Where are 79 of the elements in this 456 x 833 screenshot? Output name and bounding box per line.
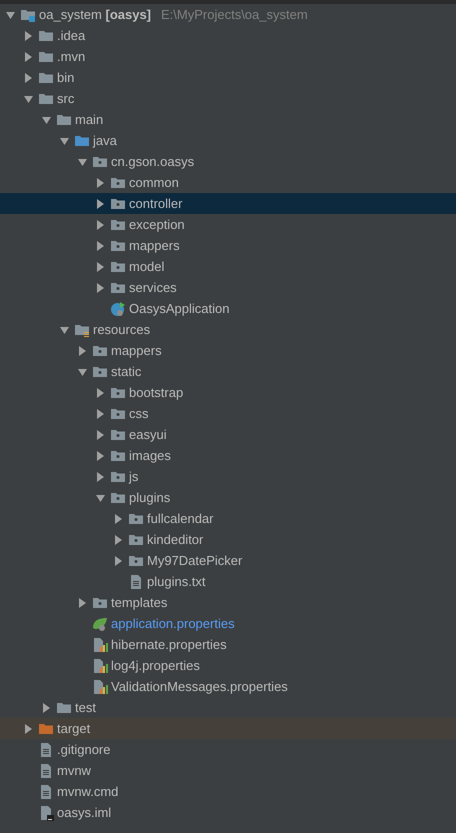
expand-arrow-icon[interactable] <box>96 472 105 482</box>
tree-item[interactable]: mappers <box>0 340 456 361</box>
tree-item[interactable]: mvnw.cmd <box>0 781 456 802</box>
expand-arrow-icon[interactable] <box>114 534 123 544</box>
tree-item[interactable]: common <box>0 172 456 193</box>
expand-arrow-icon[interactable] <box>24 724 33 734</box>
text-file-icon <box>38 742 54 758</box>
tree-item[interactable]: images <box>0 445 456 466</box>
collapse-arrow-icon[interactable] <box>78 366 87 376</box>
class-icon <box>110 300 126 316</box>
project-path: E:\MyProjects\oa_system <box>161 7 308 22</box>
tree-item[interactable]: css <box>0 403 456 424</box>
properties-file-icon <box>92 658 108 674</box>
tree-item[interactable]: .gitignore <box>0 739 456 760</box>
text-file-icon <box>38 762 54 778</box>
expand-arrow-icon[interactable] <box>96 282 105 292</box>
expand-arrow-icon[interactable] <box>96 198 105 208</box>
tree-item[interactable]: application.properties <box>0 613 456 634</box>
tree-item[interactable]: .idea <box>0 25 456 46</box>
expand-arrow-icon[interactable] <box>42 702 51 712</box>
text-file-icon <box>128 574 144 590</box>
tree-item[interactable]: js <box>0 466 456 487</box>
tree-item[interactable]: kindeditor <box>0 529 456 550</box>
tree-item[interactable]: main <box>0 109 456 130</box>
tree-item[interactable]: services <box>0 277 456 298</box>
expand-arrow-icon[interactable] <box>114 514 123 524</box>
tree-item[interactable]: mvnw <box>0 760 456 781</box>
expand-arrow-icon[interactable] <box>96 408 105 418</box>
collapse-arrow-icon[interactable] <box>60 136 69 146</box>
tree-item[interactable]: plugins <box>0 487 456 508</box>
tree-item[interactable]: src <box>0 88 456 109</box>
tree-item[interactable]: test <box>0 697 456 718</box>
tree-item[interactable]: bin <box>0 67 456 88</box>
tree-item[interactable]: OasysApplication <box>0 298 456 319</box>
expand-arrow-icon[interactable] <box>96 178 105 188</box>
leaf-icon <box>92 616 108 632</box>
collapse-arrow-icon[interactable] <box>60 324 69 334</box>
expand-arrow-icon[interactable] <box>24 30 33 40</box>
tree-item[interactable]: hibernate.properties <box>0 634 456 655</box>
tree-item[interactable]: fullcalendar <box>0 508 456 529</box>
tree-item[interactable]: templates <box>0 592 456 613</box>
expand-arrow-icon[interactable] <box>96 240 105 250</box>
text-file-icon <box>38 784 54 800</box>
collapse-arrow-icon[interactable] <box>96 492 105 502</box>
properties-file-icon <box>92 636 108 652</box>
expand-arrow-icon[interactable] <box>78 346 87 356</box>
tree-item[interactable]: target <box>0 718 456 739</box>
tree-item[interactable]: plugins.txt <box>0 571 456 592</box>
tree-item[interactable]: oa_system [oasys] E:\MyProjects\oa_system <box>0 4 456 25</box>
tree-item[interactable]: ValidationMessages.properties <box>0 676 456 697</box>
tree-item[interactable]: oasys.iml <box>0 802 456 823</box>
tree-item[interactable]: .mvn <box>0 46 456 67</box>
expand-arrow-icon[interactable] <box>24 72 33 82</box>
tree-item[interactable]: My97DatePicker <box>0 550 456 571</box>
expand-arrow-icon[interactable] <box>78 598 87 608</box>
tree-item[interactable]: resources <box>0 319 456 340</box>
collapse-arrow-icon[interactable] <box>42 114 51 124</box>
expand-arrow-icon[interactable] <box>24 52 33 62</box>
module-file-icon <box>38 804 54 820</box>
tree-item[interactable]: exception <box>0 214 456 235</box>
tree-item[interactable]: easyui <box>0 424 456 445</box>
expand-arrow-icon[interactable] <box>96 450 105 460</box>
properties-file-icon <box>92 678 108 694</box>
tree-item[interactable]: static <box>0 361 456 382</box>
collapse-arrow-icon[interactable] <box>78 156 87 166</box>
collapse-arrow-icon[interactable] <box>24 94 33 104</box>
expand-arrow-icon[interactable] <box>96 430 105 440</box>
collapse-arrow-icon[interactable] <box>6 10 15 20</box>
tree-item[interactable]: cn.gson.oasys <box>0 151 456 172</box>
expand-arrow-icon[interactable] <box>96 388 105 398</box>
tree-item[interactable]: controller <box>0 193 456 214</box>
tree-item[interactable]: log4j.properties <box>0 655 456 676</box>
tree-item[interactable]: model <box>0 256 456 277</box>
expand-arrow-icon[interactable] <box>96 220 105 230</box>
tree-item[interactable]: java <box>0 130 456 151</box>
expand-arrow-icon[interactable] <box>96 262 105 272</box>
tree-item[interactable]: bootstrap <box>0 382 456 403</box>
expand-arrow-icon[interactable] <box>114 556 123 566</box>
tree-item[interactable]: mappers <box>0 235 456 256</box>
